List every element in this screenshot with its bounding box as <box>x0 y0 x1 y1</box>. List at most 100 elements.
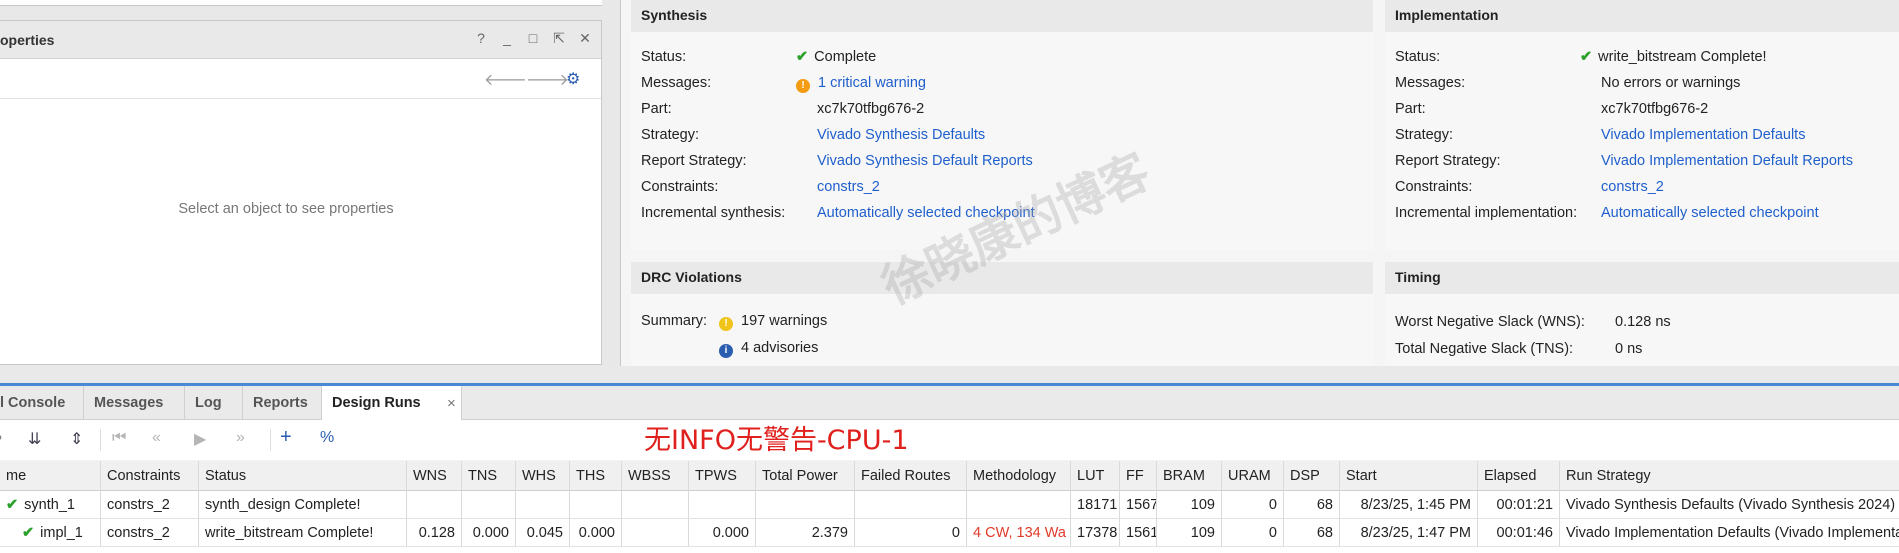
methodology-cell[interactable] <box>967 491 1071 518</box>
first-icon[interactable]: ⏮ <box>112 429 126 447</box>
implementation-card: Implementation Status: ✔ write_bitstream … <box>1385 0 1899 250</box>
col-uram[interactable]: URAM <box>1222 461 1284 490</box>
table-row[interactable]: ✔ synth_1 constrs_2 synth_design Complete… <box>0 491 1899 519</box>
timing-wns-value[interactable]: 0.128 ns <box>1615 314 1671 330</box>
col-total-power[interactable]: Total Power <box>756 461 855 490</box>
add-icon[interactable]: + <box>280 426 292 449</box>
expand-all-icon[interactable]: ⇕ <box>70 429 83 449</box>
col-tns[interactable]: TNS <box>462 461 516 490</box>
dsp-cell: 68 <box>1284 491 1340 518</box>
col-elapsed[interactable]: Elapsed <box>1478 461 1560 490</box>
panel-gap <box>0 366 1899 383</box>
col-run-strategy[interactable]: Run Strategy <box>1560 461 1899 490</box>
synthesis-part-label: Part: <box>641 101 672 117</box>
synthesis-incremental-link[interactable]: Automatically selected checkpoint <box>817 205 1035 221</box>
synthesis-constraints-link[interactable]: constrs_2 <box>817 179 880 195</box>
tab-design-runs-label: Design Runs <box>332 395 421 411</box>
tab-tcl-console[interactable]: l Console <box>0 386 84 420</box>
col-status[interactable]: Status <box>199 461 407 490</box>
back-arrow-icon[interactable]: 🡐 <box>484 69 527 90</box>
play-icon[interactable]: ▶ <box>194 429 206 449</box>
implementation-report-strategy-link[interactable]: Vivado Implementation Default Reports <box>1601 153 1853 169</box>
minimize-icon[interactable]: _ <box>499 30 515 46</box>
lut-cell: 17378 <box>1071 519 1120 546</box>
percent-icon[interactable]: % <box>320 429 334 447</box>
col-ff[interactable]: FF <box>1120 461 1157 490</box>
pane-splitter[interactable] <box>602 0 620 366</box>
start-cell: 8/23/25, 1:47 PM <box>1340 519 1478 546</box>
col-dsp[interactable]: DSP <box>1284 461 1340 490</box>
implementation-constraints-link[interactable]: constrs_2 <box>1601 179 1664 195</box>
drc-advisories-value[interactable]: 4 advisories <box>741 340 818 356</box>
constraints-cell: constrs_2 <box>101 519 199 546</box>
collapse-all-icon[interactable]: ⇊ <box>28 429 41 449</box>
drc-heading: DRC Violations <box>631 262 1373 294</box>
dsp-cell: 68 <box>1284 519 1340 546</box>
properties-panel: operties ? _ □ ⇱ ✕ 🡐 🡒 ⚙ Select an objec… <box>0 20 602 365</box>
col-start[interactable]: Start <box>1340 461 1478 490</box>
synthesis-part-value: xc7k70tfbg676-2 <box>817 101 925 117</box>
synthesis-card: Synthesis Status: ✔ Complete Messages: ! 1… <box>631 0 1373 250</box>
col-tpws[interactable]: TPWS <box>689 461 756 490</box>
drc-summary-label: Summary: <box>641 313 708 329</box>
forward-arrow-icon[interactable]: 🡒 <box>526 69 569 90</box>
synthesis-strategy-link[interactable]: Vivado Synthesis Defaults <box>817 127 985 143</box>
timing-tns-value[interactable]: 0 ns <box>1615 341 1642 357</box>
implementation-strategy-link[interactable]: Vivado Implementation Defaults <box>1601 127 1805 143</box>
info-icon: i <box>719 344 733 358</box>
drc-warnings-value[interactable]: 197 warnings <box>741 313 827 329</box>
synthesis-incremental-label: Incremental synthesis: <box>641 205 786 221</box>
check-icon: ✔ <box>22 525 35 541</box>
implementation-incremental-link[interactable]: Automatically selected checkpoint <box>1601 205 1819 221</box>
run-name: impl_1 <box>40 525 83 541</box>
col-wns[interactable]: WNS <box>407 461 462 490</box>
col-constraints[interactable]: Constraints <box>101 461 199 490</box>
timing-tns-label: Total Negative Slack (TNS): <box>1395 341 1574 357</box>
critical-warning-link[interactable]: 1 critical warning <box>818 75 926 91</box>
tns-cell: 0.000 <box>462 519 516 546</box>
ths-cell <box>570 491 622 518</box>
synthesis-status-label: Status: <box>641 49 687 65</box>
start-cell: 8/23/25, 1:45 PM <box>1340 491 1478 518</box>
col-methodology[interactable]: Methodology <box>967 461 1071 490</box>
previous-icon[interactable]: « <box>152 429 161 447</box>
tab-messages[interactable]: Messages <box>84 386 185 420</box>
whs-cell <box>516 491 570 518</box>
check-icon: ✔ <box>1580 49 1593 65</box>
gear-icon[interactable]: ⚙ <box>566 69 580 89</box>
total-power-cell: 2.379 <box>756 519 855 546</box>
toolbar-separator <box>100 429 101 451</box>
col-lut[interactable]: LUT <box>1071 461 1120 490</box>
table-row[interactable]: ✔ impl_1 constrs_2 write_bitstream Comple… <box>0 519 1899 547</box>
timing-card: Timing Worst Negative Slack (WNS): 0.128… <box>1385 262 1899 366</box>
tns-cell <box>462 491 516 518</box>
ff-cell: 1561 <box>1120 519 1157 546</box>
col-ths[interactable]: THS <box>570 461 622 490</box>
upper-panel-edge <box>0 0 602 6</box>
col-wbss[interactable]: WBSS <box>622 461 689 490</box>
tab-close-icon[interactable]: × <box>447 395 456 412</box>
tab-reports[interactable]: Reports <box>243 386 322 420</box>
col-failed-routes[interactable]: Failed Routes <box>855 461 967 490</box>
methodology-cell[interactable]: 4 CW, 134 Wa <box>967 519 1071 546</box>
synthesis-report-strategy-link[interactable]: Vivado Synthesis Default Reports <box>817 153 1033 169</box>
search-icon[interactable]: ⌕ <box>0 429 3 447</box>
maximize-icon[interactable]: □ <box>525 30 541 46</box>
elapsed-cell: 00:01:46 <box>1478 519 1560 546</box>
col-name[interactable]: me <box>0 461 101 490</box>
drc-card: DRC Violations Summary: ! 197 warnings i4… <box>631 262 1373 366</box>
help-icon[interactable]: ? <box>473 30 489 46</box>
elapsed-cell: 00:01:21 <box>1478 491 1560 518</box>
design-runs-table: me Constraints Status WNS TNS WHS THS WB… <box>0 461 1899 553</box>
col-bram[interactable]: BRAM <box>1157 461 1222 490</box>
float-icon[interactable]: ⇱ <box>551 30 567 46</box>
close-icon[interactable]: ✕ <box>577 30 593 46</box>
col-whs[interactable]: WHS <box>516 461 570 490</box>
whs-cell: 0.045 <box>516 519 570 546</box>
implementation-heading: Implementation <box>1385 0 1899 32</box>
synthesis-status-value: Complete <box>814 49 877 65</box>
properties-title: operties <box>0 32 55 48</box>
next-icon[interactable]: » <box>236 429 245 447</box>
tab-design-runs[interactable]: Design Runs <box>322 386 462 420</box>
tab-log[interactable]: Log <box>185 386 243 420</box>
